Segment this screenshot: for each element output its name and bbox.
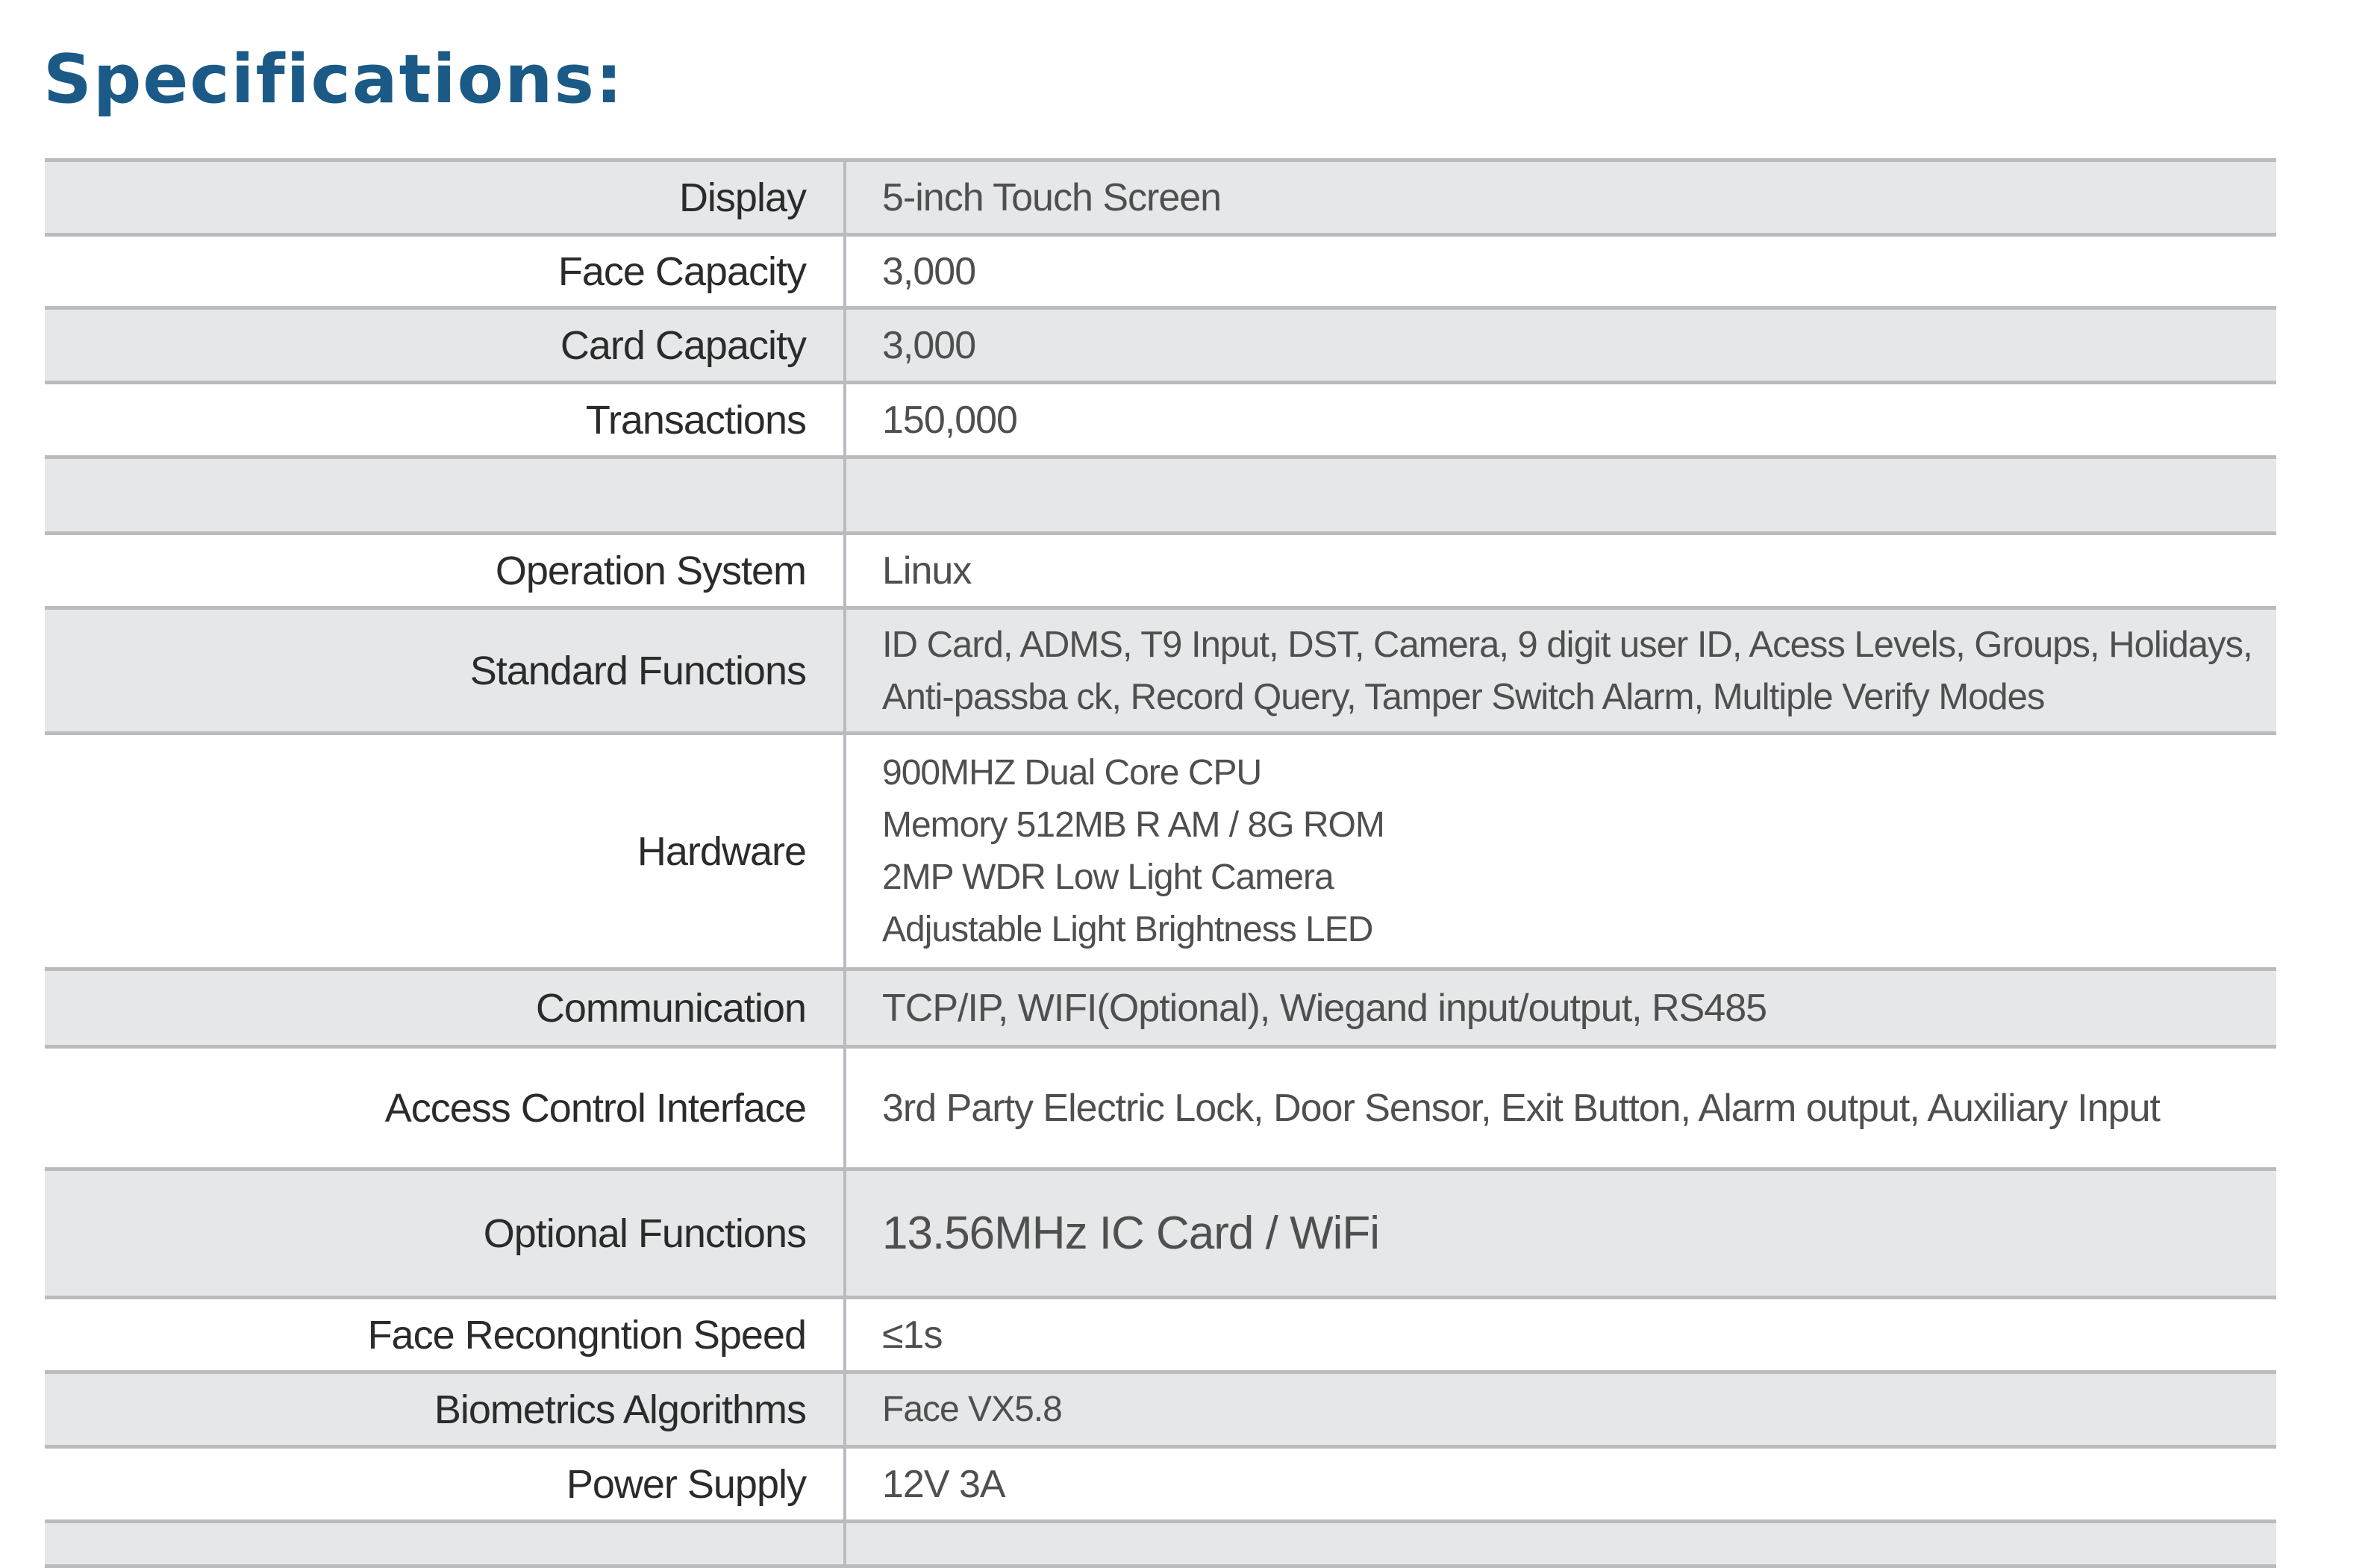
spec-value: Linux bbox=[845, 533, 2276, 610]
spec-label: Access Control Interface bbox=[45, 1046, 846, 1171]
spec-label: Standard Functions bbox=[45, 607, 846, 735]
spec-row-display: Display 5-inch Touch Screen bbox=[45, 160, 2276, 237]
spec-value-line: Memory 512MB R AM / 8G ROM bbox=[882, 805, 1385, 845]
spec-row-face-recognition-speed: Face Recongntion Speed ≤1s bbox=[45, 1297, 2276, 1374]
spec-value: 900MHZ Dual Core CPU Memory 512MB R AM /… bbox=[845, 733, 2276, 971]
spec-label: Operation System bbox=[45, 533, 846, 610]
spec-label: Biometrics Algorithms bbox=[45, 1372, 846, 1449]
spec-value: TCP/IP, WIFI(Optional), Wiegand input/ou… bbox=[845, 969, 2276, 1049]
spec-value: Face VX5.8 bbox=[845, 1372, 2276, 1449]
spec-row-face-capacity: Face Capacity 3,000 bbox=[45, 234, 2276, 310]
spec-row-card-capacity: Card Capacity 3,000 bbox=[45, 307, 2276, 384]
spec-row-cut-off bbox=[45, 1521, 2276, 1568]
spec-value bbox=[845, 457, 2276, 535]
spec-row-transactions: Transactions 150,000 bbox=[45, 382, 2276, 459]
spec-label: Face Recongntion Speed bbox=[45, 1297, 846, 1374]
spec-value: ≤1s bbox=[845, 1297, 2276, 1374]
spec-label: Optional Functions bbox=[45, 1169, 846, 1299]
spec-row-empty bbox=[45, 457, 2276, 535]
spec-value-line: Anti-passba ck, Record Query, Tamper Swi… bbox=[882, 676, 2045, 717]
spec-value: 5-inch Touch Screen bbox=[845, 160, 2276, 237]
spec-value: 3rd Party Electric Lock, Door Sensor, Ex… bbox=[845, 1046, 2276, 1171]
spec-label: Card Capacity bbox=[45, 307, 846, 384]
spec-row-operation-system: Operation System Linux bbox=[45, 533, 2276, 610]
spec-label: Power Supply bbox=[45, 1446, 846, 1523]
spec-label: Communication bbox=[45, 969, 846, 1049]
spec-row-optional-functions: Optional Functions 13.56MHz IC Card / Wi… bbox=[45, 1169, 2276, 1299]
spec-label: Display bbox=[45, 160, 846, 237]
spec-value: 3,000 bbox=[845, 307, 2276, 384]
spec-row-biometrics-algorithms: Biometrics Algorithms Face VX5.8 bbox=[45, 1372, 2276, 1449]
spec-value-line: 900MHZ Dual Core CPU bbox=[882, 752, 1262, 793]
spec-value: ID Card, ADMS, T9 Input, DST, Camera, 9 … bbox=[845, 607, 2276, 735]
spec-label: Transactions bbox=[45, 382, 846, 459]
spec-value-line: Adjustable Light Brightness LED bbox=[882, 909, 1373, 949]
spec-value-line: 2MP WDR Low Light Camera bbox=[882, 857, 1334, 897]
spec-label: Face Capacity bbox=[45, 234, 846, 310]
spec-value: 12V 3A bbox=[845, 1446, 2276, 1523]
spec-value-line: ID Card, ADMS, T9 Input, DST, Camera, 9 … bbox=[882, 624, 2253, 665]
spec-value bbox=[845, 1521, 2276, 1568]
spec-value: 3,000 bbox=[845, 234, 2276, 310]
page-title: Specifications: bbox=[43, 40, 624, 119]
spec-label bbox=[45, 457, 846, 535]
spec-row-power-supply: Power Supply 12V 3A bbox=[45, 1446, 2276, 1523]
spec-row-access-control-interface: Access Control Interface 3rd Party Elect… bbox=[45, 1046, 2276, 1171]
spec-row-hardware: Hardware 900MHZ Dual Core CPU Memory 512… bbox=[45, 733, 2276, 971]
specifications-table: Display 5-inch Touch Screen Face Capacit… bbox=[45, 158, 2276, 1568]
spec-row-standard-functions: Standard Functions ID Card, ADMS, T9 Inp… bbox=[45, 607, 2276, 735]
spec-label: Hardware bbox=[45, 733, 846, 971]
spec-label bbox=[45, 1521, 846, 1568]
spec-value: 13.56MHz IC Card / WiFi bbox=[845, 1169, 2276, 1299]
spec-row-communication: Communication TCP/IP, WIFI(Optional), Wi… bbox=[45, 969, 2276, 1049]
spec-value: 150,000 bbox=[845, 382, 2276, 459]
